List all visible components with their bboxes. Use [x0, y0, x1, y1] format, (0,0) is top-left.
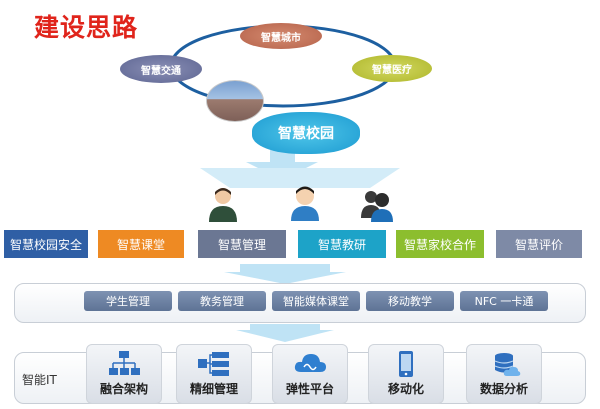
service-student-management: 学生管理 — [84, 291, 172, 311]
tile-fine-management: 精细管理 — [176, 344, 252, 404]
cloud-smart-city: 智慧城市 — [240, 23, 322, 49]
student-icon — [291, 186, 319, 221]
tile-converged-architecture: 融合架构 — [86, 344, 162, 404]
service-smart-media-classroom: 智能媒体课堂 — [272, 291, 360, 311]
flow-chart-icon — [198, 352, 229, 376]
box-label: 智慧管理 — [217, 237, 266, 252]
tile-label: 弹性平台 — [285, 382, 334, 396]
box-label: 智慧课堂 — [116, 237, 165, 252]
box-label: 智慧家校合作 — [403, 237, 476, 252]
teacher-icon — [209, 188, 237, 222]
service-nfc-card: NFC 一卡通 — [460, 291, 548, 311]
box-smart-classroom: 智慧课堂 — [98, 230, 184, 258]
cloud-icon — [294, 354, 326, 372]
tile-elastic-platform: 弹性平台 — [272, 344, 348, 404]
tile-label: 数据分析 — [479, 382, 528, 396]
tile-data-analysis: 数据分析 — [466, 344, 542, 404]
tile-label: 融合架构 — [99, 382, 148, 396]
box-smart-evaluation: 智慧评价 — [496, 230, 582, 258]
box-label: 智慧评价 — [514, 237, 563, 252]
parents-icon — [361, 191, 393, 222]
service-mobile-teaching: 移动教学 — [366, 291, 454, 311]
box-home-school: 智慧家校合作 — [396, 230, 484, 258]
database-cloud-icon — [494, 353, 521, 376]
box-label: 智慧教研 — [317, 237, 366, 252]
campus-photo — [206, 80, 264, 122]
box-smart-research: 智慧教研 — [298, 230, 386, 258]
box-label: 智慧校园安全 — [9, 237, 82, 252]
tile-label: 精细管理 — [189, 382, 238, 396]
cloud-smart-traffic: 智慧交通 — [120, 55, 202, 83]
mobile-icon — [399, 351, 413, 377]
box-campus-security: 智慧校园安全 — [4, 230, 88, 258]
tile-mobility: 移动化 — [368, 344, 444, 404]
network-icon — [109, 351, 140, 375]
it-arrow — [236, 324, 334, 342]
cloud-smart-campus: 智慧校园 — [252, 112, 360, 154]
tile-label: 移动化 — [387, 382, 424, 396]
it-label: 智能IT — [22, 373, 57, 387]
box-smart-management: 智慧管理 — [198, 230, 286, 258]
service-academic-affairs: 教务管理 — [178, 291, 266, 311]
cloud-smart-medical: 智慧医疗 — [352, 55, 432, 82]
